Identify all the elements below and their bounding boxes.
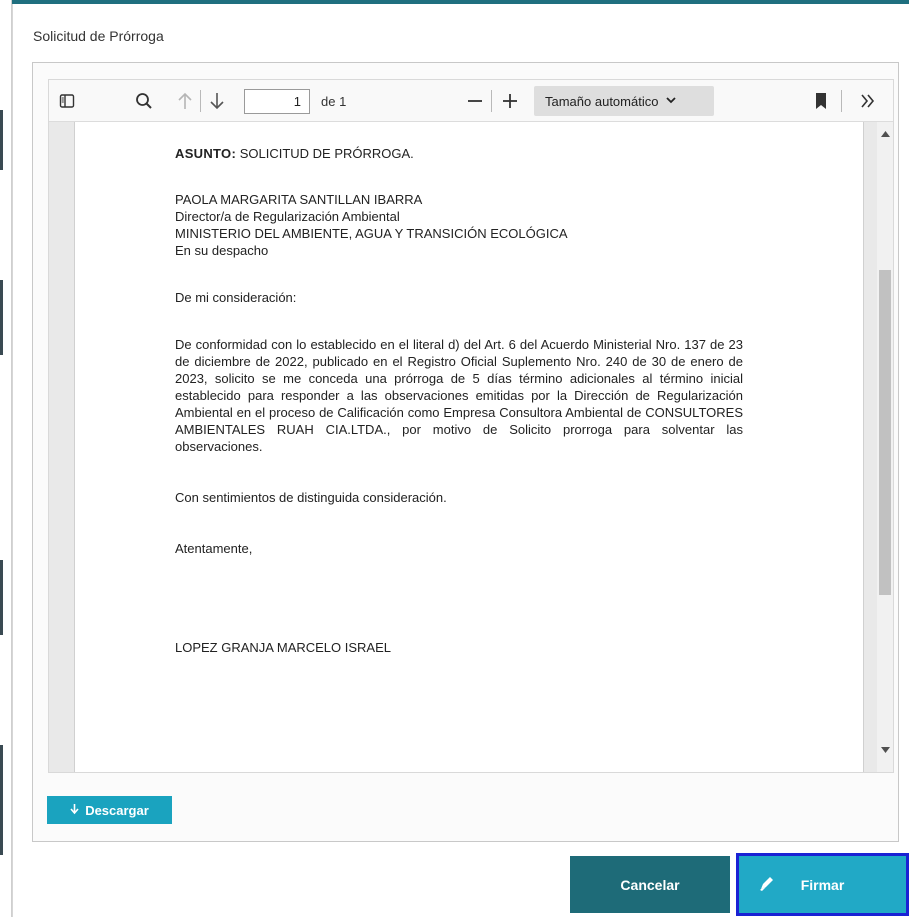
signer-name: LOPEZ GRANJA MARCELO ISRAEL — [175, 640, 392, 655]
asunto-label: ASUNTO: — [175, 146, 237, 161]
closing-line: Atentamente, — [175, 541, 253, 556]
sign-button[interactable]: Firmar — [736, 853, 909, 916]
page-number-input[interactable] — [244, 89, 310, 114]
background-mark — [0, 745, 3, 855]
sign-label: Firmar — [800, 876, 845, 893]
background-edge — [0, 0, 12, 917]
zoom-out-icon[interactable] — [463, 80, 487, 122]
asunto-line: ASUNTO: SOLICITUD DE PRÓRROGA. — [175, 145, 743, 162]
scrollbar-thumb[interactable] — [879, 270, 891, 595]
asunto-text: SOLICITUD DE PRÓRROGA. — [236, 146, 414, 161]
background-mark — [0, 110, 3, 170]
background-mark — [0, 560, 3, 635]
background-mark — [0, 280, 3, 355]
zoom-select-label: Tamaño automático — [545, 93, 659, 109]
chevron-down-icon — [666, 95, 677, 107]
recipient-line: MINISTERIO DEL AMBIENTE, AGUA Y TRANSICI… — [175, 226, 568, 241]
pdf-toolbar: de 1 Tamaño automático — [49, 80, 893, 122]
cancel-label: Cancelar — [620, 876, 680, 893]
recipient-line: PAOLA MARGARITA SANTILLAN IBARRA — [175, 192, 423, 207]
body-paragraph: De conformidad con lo establecido en el … — [175, 337, 743, 454]
recipient-block: PAOLA MARGARITA SANTILLAN IBARRA Directo… — [175, 191, 743, 259]
closing-line: Con sentimientos de distinguida consider… — [175, 490, 447, 505]
pen-icon — [757, 875, 775, 893]
prorroga-modal: Solicitud de Prórroga 1 de 1 Tamaño auto… — [12, 4, 909, 917]
double-chevron-right-icon[interactable] — [855, 80, 881, 122]
cancel-button[interactable]: Cancelar — [570, 856, 730, 913]
page-frame: Solicitud de Prórroga 1 de 1 Tamaño auto… — [0, 0, 909, 917]
scroll-up-icon[interactable] — [877, 126, 893, 142]
greeting: De mi consideración: — [175, 290, 297, 305]
zoom-select[interactable]: Tamaño automático — [534, 86, 714, 116]
toolbar-separator — [200, 90, 201, 112]
document-scroll-area[interactable]: ASUNTO: SOLICITUD DE PRÓRROGA. PAOLA MAR… — [49, 122, 879, 772]
document-page: ASUNTO: SOLICITUD DE PRÓRROGA. PAOLA MAR… — [74, 122, 864, 772]
recipient-line: Director/a de Regularización Ambiental — [175, 209, 400, 224]
download-button[interactable]: Descargar — [47, 796, 172, 824]
sidebar-toggle-icon[interactable] — [53, 80, 81, 122]
scroll-down-icon[interactable] — [877, 742, 893, 758]
zoom-in-icon[interactable] — [498, 80, 522, 122]
download-label: Descargar — [85, 802, 149, 818]
toolbar-separator — [491, 90, 492, 112]
arrow-up-icon[interactable] — [173, 80, 197, 122]
bookmark-icon[interactable] — [811, 80, 831, 122]
pdf-viewer: de 1 Tamaño automático — [48, 79, 894, 773]
arrow-down-icon[interactable] — [205, 80, 229, 122]
page-count-label: de 1 — [321, 94, 347, 109]
modal-title: Solicitud de Prórroga — [33, 28, 164, 44]
document-scrollbar[interactable] — [877, 122, 893, 772]
recipient-line: En su despacho — [175, 243, 269, 258]
document-panel: de 1 Tamaño automático — [32, 62, 899, 842]
download-icon — [70, 803, 79, 818]
toolbar-separator — [841, 90, 842, 112]
search-icon[interactable] — [131, 80, 157, 122]
